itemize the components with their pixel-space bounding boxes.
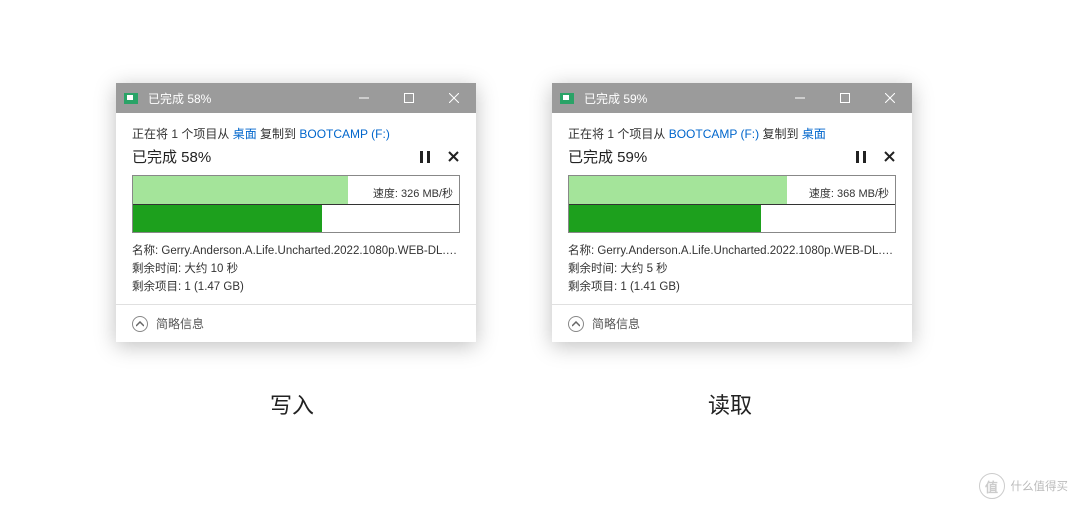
cancel-button[interactable]: [882, 150, 896, 164]
progress-label: 已完成 59%: [568, 146, 647, 167]
chart-progress-bottom: [569, 204, 761, 232]
footer-label: 简略信息: [156, 315, 204, 332]
progress-label: 已完成 58%: [132, 146, 211, 167]
dest-link[interactable]: 桌面: [802, 127, 826, 141]
chart-progress-bottom: [133, 204, 322, 232]
minimize-button[interactable]: [341, 83, 386, 113]
pause-button[interactable]: [854, 150, 868, 164]
status-line: 正在将 1 个项目从 BOOTCAMP (F:) 复制到 桌面: [568, 125, 896, 142]
items-remaining-row: 剩余项目: 1 (1.41 GB): [568, 279, 896, 297]
chart-progress-top: [133, 176, 348, 204]
speed-label: 速度: 368 MB/秒: [805, 185, 889, 201]
copy-dialog-read: 已完成 59% 正在将 1 个项目从 BOOTCAMP (F:) 复制到 桌面 …: [552, 83, 912, 342]
titlebar[interactable]: 已完成 59%: [552, 83, 912, 113]
window-title: 已完成 58%: [146, 90, 341, 107]
speed-label: 速度: 326 MB/秒: [369, 185, 453, 201]
window-title: 已完成 59%: [582, 90, 777, 107]
copy-dialog-write: 已完成 58% 正在将 1 个项目从 桌面 复制到 BOOTCAMP (F:) …: [116, 83, 476, 342]
items-remaining-row: 剩余项目: 1 (1.47 GB): [132, 279, 460, 297]
chevron-up-icon: [568, 316, 584, 332]
caption-read: 读取: [708, 388, 752, 420]
watermark-text: 什么值得买: [1011, 478, 1069, 494]
chart-progress-top: [569, 176, 787, 204]
details-toggle[interactable]: 简略信息: [552, 304, 912, 342]
footer-label: 简略信息: [592, 315, 640, 332]
titlebar[interactable]: 已完成 58%: [116, 83, 476, 113]
caption-write: 写入: [270, 388, 314, 420]
cancel-button[interactable]: [446, 150, 460, 164]
speed-chart: 速度: 326 MB/秒: [132, 175, 460, 233]
maximize-button[interactable]: [386, 83, 431, 113]
source-link[interactable]: 桌面: [233, 127, 257, 141]
app-icon: [552, 93, 582, 104]
close-button[interactable]: [431, 83, 476, 113]
time-remaining-row: 剩余时间: 大约 10 秒: [132, 261, 460, 279]
source-link[interactable]: BOOTCAMP (F:): [669, 127, 759, 141]
maximize-button[interactable]: [822, 83, 867, 113]
details-toggle[interactable]: 简略信息: [116, 304, 476, 342]
watermark: 值 什么值得买: [979, 473, 1069, 499]
close-button[interactable]: [867, 83, 912, 113]
speed-chart: 速度: 368 MB/秒: [568, 175, 896, 233]
time-remaining-row: 剩余时间: 大约 5 秒: [568, 261, 896, 279]
dest-link[interactable]: BOOTCAMP (F:): [299, 127, 389, 141]
minimize-button[interactable]: [777, 83, 822, 113]
chevron-up-icon: [132, 316, 148, 332]
file-name-row: 名称: Gerry.Anderson.A.Life.Uncharted.2022…: [568, 243, 896, 261]
status-line: 正在将 1 个项目从 桌面 复制到 BOOTCAMP (F:): [132, 125, 460, 142]
file-name-row: 名称: Gerry.Anderson.A.Life.Uncharted.2022…: [132, 243, 460, 261]
app-icon: [116, 93, 146, 104]
watermark-icon: 值: [979, 473, 1005, 499]
pause-button[interactable]: [418, 150, 432, 164]
